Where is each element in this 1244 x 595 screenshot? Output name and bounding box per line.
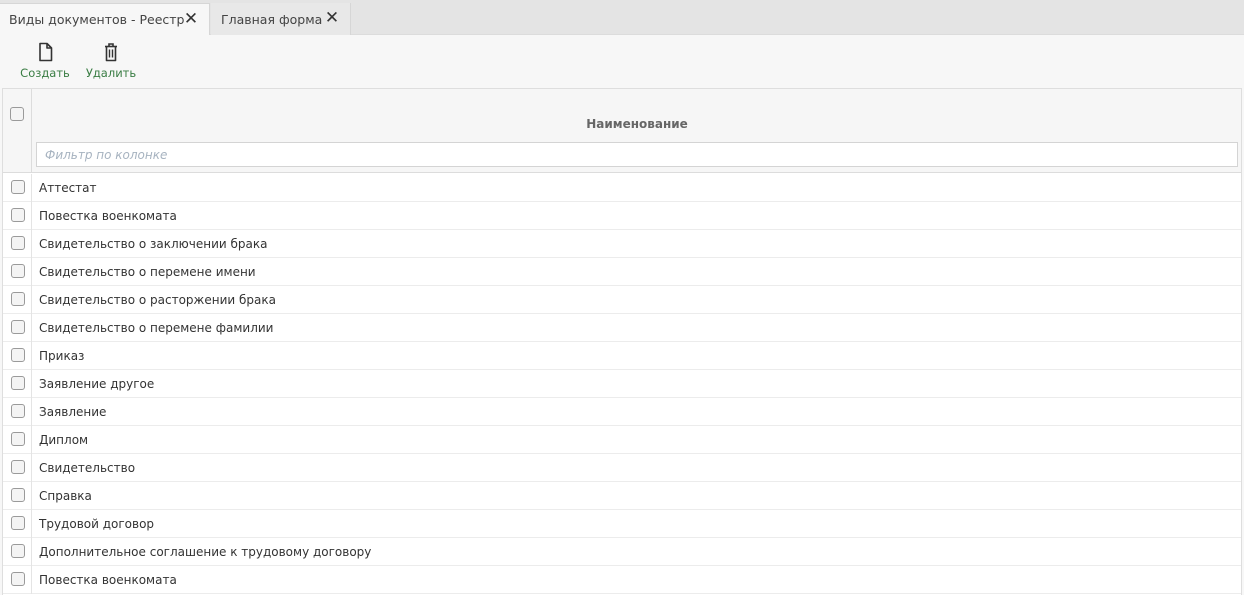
row-checkbox[interactable] [11, 516, 25, 530]
table-row[interactable]: Дополнительное соглашение к трудовому до… [3, 538, 1241, 566]
table-row[interactable]: Повестка военкомата [3, 202, 1241, 230]
row-checkbox-cell [3, 454, 32, 482]
tab-label: Главная форма [221, 11, 323, 27]
row-name: Повестка военкомата [39, 209, 177, 223]
row-checkbox-cell [3, 342, 32, 370]
row-checkbox-cell [3, 286, 32, 314]
registry-grid: Наименование Аттестат Повестка военкомата… [2, 88, 1242, 595]
table-row[interactable]: Трудовой договор [3, 510, 1241, 538]
row-checkbox[interactable] [11, 292, 25, 306]
row-checkbox[interactable] [11, 180, 25, 194]
grid-rows: Аттестат Повестка военкомата Свидетельство… [3, 174, 1241, 594]
row-name: Заявление другое [39, 377, 155, 391]
table-row[interactable]: Свидетельство [3, 454, 1241, 482]
toolbar: Создать Удалить [0, 36, 1244, 86]
row-checkbox[interactable] [11, 208, 25, 222]
row-checkbox[interactable] [11, 264, 25, 278]
row-name: Свидетельство о расторжении брака [39, 293, 276, 307]
row-name: Приказ [39, 349, 85, 363]
row-name: Повестка военкомата [39, 573, 177, 587]
close-icon[interactable]: ✕ [183, 10, 199, 28]
row-name: Свидетельство о перемене имени [39, 265, 256, 279]
row-name: Диплом [39, 433, 89, 447]
document-icon [39, 42, 53, 62]
row-checkbox-cell [3, 482, 32, 510]
row-checkbox-cell [3, 566, 32, 594]
row-checkbox-cell [3, 258, 32, 286]
create-label: Создать [20, 66, 70, 80]
row-name: Свидетельство о заключении брака [39, 237, 268, 251]
tab-document-types-registry[interactable]: Виды документов - Реестр ✕ [0, 3, 210, 35]
row-name: Аттестат [39, 181, 97, 195]
row-checkbox-cell [3, 202, 32, 230]
row-checkbox-cell [3, 398, 32, 426]
table-row[interactable]: Свидетельство о перемене фамилии [3, 314, 1241, 342]
row-checkbox-cell [3, 426, 32, 454]
row-checkbox[interactable] [11, 376, 25, 390]
row-checkbox[interactable] [11, 348, 25, 362]
table-row[interactable]: Приказ [3, 342, 1241, 370]
header-checkbox-cell [3, 89, 32, 173]
table-row[interactable]: Заявление [3, 398, 1241, 426]
row-checkbox-cell [3, 538, 32, 566]
row-checkbox-cell [3, 370, 32, 398]
row-name: Справка [39, 489, 92, 503]
close-icon[interactable]: ✕ [324, 9, 340, 27]
grid-header: Наименование [3, 89, 1241, 173]
delete-button[interactable]: Удалить [86, 42, 136, 80]
row-name: Свидетельство о перемене фамилии [39, 321, 274, 335]
row-checkbox[interactable] [11, 320, 25, 334]
trash-icon [105, 43, 117, 62]
row-name: Трудовой договор [39, 517, 155, 531]
row-checkbox[interactable] [11, 572, 25, 586]
create-button[interactable]: Создать [20, 42, 70, 80]
row-checkbox[interactable] [11, 432, 25, 446]
column-filter-input[interactable] [36, 142, 1238, 167]
table-row[interactable]: Справка [3, 482, 1241, 510]
table-row[interactable]: Свидетельство о перемене имени [3, 258, 1241, 286]
tab-bar: Виды документов - Реестр ✕ Главная форма… [0, 0, 1244, 35]
row-checkbox[interactable] [11, 488, 25, 502]
table-row[interactable]: Свидетельство о заключении брака [3, 230, 1241, 258]
table-row[interactable]: Свидетельство о расторжении брака [3, 286, 1241, 314]
row-checkbox[interactable] [11, 460, 25, 474]
row-name: Заявление [39, 405, 107, 419]
table-row[interactable]: Диплом [3, 426, 1241, 454]
row-checkbox-cell [3, 510, 32, 538]
column-header-name[interactable]: Наименование [33, 117, 1241, 131]
row-checkbox[interactable] [11, 544, 25, 558]
delete-label: Удалить [85, 66, 137, 80]
row-checkbox-cell [3, 174, 32, 202]
table-row[interactable]: Аттестат [3, 174, 1241, 202]
row-checkbox-cell [3, 230, 32, 258]
tab-main-form[interactable]: Главная форма ✕ [211, 3, 351, 35]
row-checkbox-cell [3, 314, 32, 342]
row-name: Свидетельство [39, 461, 136, 475]
table-row[interactable]: Заявление другое [3, 370, 1241, 398]
row-checkbox[interactable] [11, 404, 25, 418]
table-row[interactable]: Повестка военкомата [3, 566, 1241, 594]
row-checkbox[interactable] [11, 236, 25, 250]
select-all-checkbox[interactable] [10, 107, 24, 121]
tab-label: Виды документов - Реестр [9, 12, 185, 27]
row-name: Дополнительное соглашение к трудовому до… [39, 545, 372, 559]
